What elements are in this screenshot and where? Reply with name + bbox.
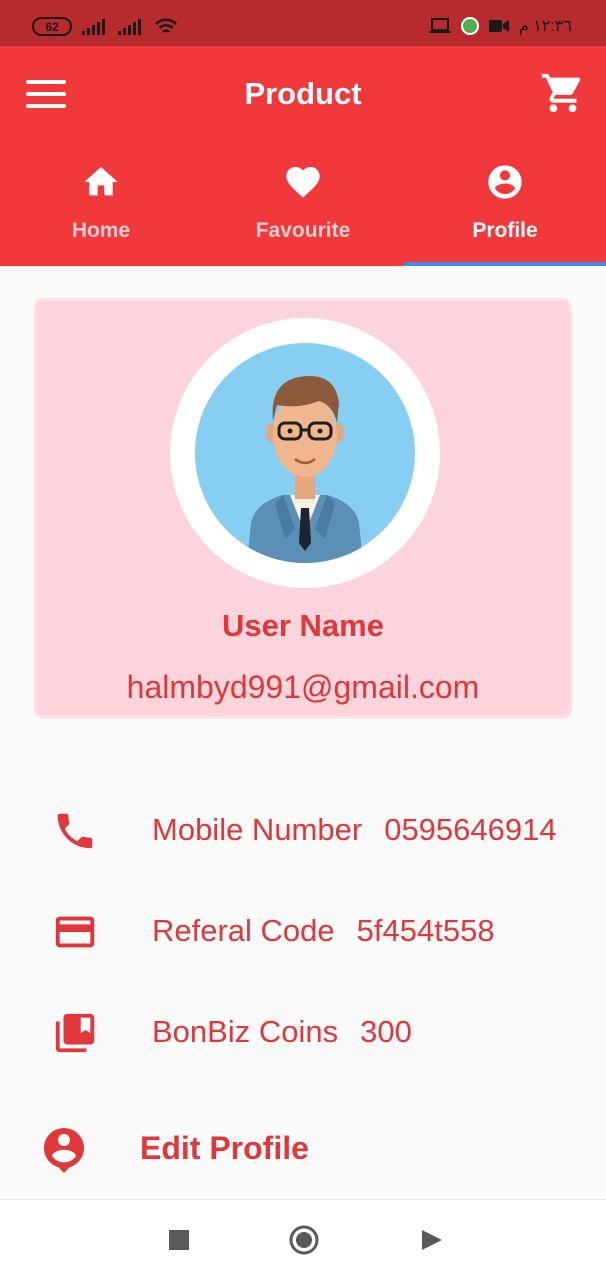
avatar[interactable] <box>170 318 440 588</box>
phone-icon <box>57 813 93 849</box>
info-row-coins: BonBiz Coins 300 <box>0 1002 606 1062</box>
circle-home-icon <box>289 1225 319 1255</box>
home-nav-button[interactable] <box>288 1224 320 1261</box>
triangle-back-icon <box>422 1230 442 1250</box>
user-name: User Name <box>222 608 384 643</box>
tab-profile[interactable]: Profile <box>404 156 606 266</box>
tab-home[interactable]: Home <box>0 156 202 266</box>
info-row-mobile: Mobile Number 0595646914 <box>0 800 606 860</box>
tab-favourite[interactable]: Favourite <box>202 156 404 266</box>
coins-label: BonBiz Coins <box>152 1014 339 1049</box>
status-left: 62 <box>32 17 178 36</box>
square-icon <box>169 1230 189 1250</box>
referal-value: 5f454t558 <box>356 913 495 948</box>
video-camera-icon <box>488 20 509 32</box>
coins-value: 300 <box>360 1014 412 1049</box>
status-time: ١٢:٣٦ م <box>518 18 572 35</box>
signal-icon-2 <box>118 18 141 35</box>
info-text-coins: BonBiz Coins 300 <box>152 1014 412 1050</box>
referal-label: Referal Code <box>152 913 335 948</box>
tab-indicator <box>404 262 606 266</box>
laptop-icon <box>428 18 451 33</box>
signal-icon <box>82 18 105 35</box>
app-bar: Product Home Favourite Profile <box>0 46 606 266</box>
info-text-mobile: Mobile Number 0595646914 <box>152 812 557 848</box>
wifi-icon <box>155 18 177 33</box>
account-circle-icon <box>488 165 522 199</box>
edit-profile-button[interactable]: Edit Profile <box>0 1120 606 1180</box>
home-icon <box>84 167 118 196</box>
page-title: Product <box>244 76 362 111</box>
edit-profile-label: Edit Profile <box>140 1130 309 1166</box>
mobile-value: 0595646914 <box>384 812 557 847</box>
status-bar: 62 ١٢:٣٦ م <box>0 0 606 46</box>
user-email: halmbyd991@gmail.com <box>126 669 480 705</box>
avatar-illustration <box>195 343 415 563</box>
info-text-referal: Referal Code 5f454t558 <box>152 913 495 949</box>
collections-bookmark-icon <box>55 1013 95 1053</box>
battery-indicator: 62 <box>32 17 72 36</box>
whatsapp-icon <box>460 17 479 35</box>
tab-label-favourite: Favourite <box>255 219 351 242</box>
back-button[interactable] <box>422 1226 444 1259</box>
mobile-label: Mobile Number <box>152 812 363 847</box>
tab-label-profile: Profile <box>472 219 538 242</box>
shopping-cart-icon[interactable] <box>540 70 586 116</box>
info-row-referal: Referal Code 5f454t558 <box>0 901 606 961</box>
tab-bar: Home Favourite Profile <box>0 156 606 266</box>
credit-card-icon <box>55 916 95 948</box>
heart-icon <box>286 167 320 198</box>
profile-card: User Name halmbyd991@gmail.com <box>34 298 572 719</box>
tab-label-home: Home <box>71 219 131 242</box>
recents-button[interactable] <box>169 1226 189 1259</box>
system-nav-bar <box>0 1199 606 1280</box>
status-right: ١٢:٣٦ م <box>428 16 572 36</box>
account-pin-icon <box>44 1128 84 1173</box>
